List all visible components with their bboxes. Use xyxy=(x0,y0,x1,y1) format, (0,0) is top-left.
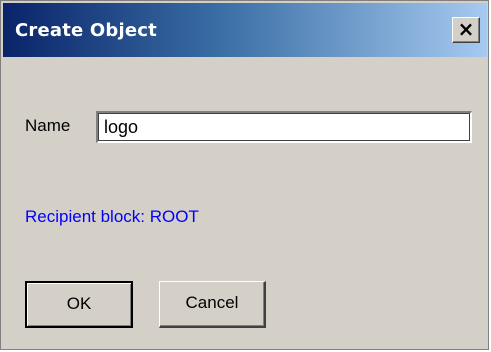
close-button[interactable]: × xyxy=(452,17,480,43)
ok-button[interactable]: OK xyxy=(25,281,133,328)
dialog-title: Create Object xyxy=(15,20,157,41)
create-object-dialog: Create Object × Name logo Recipient bloc… xyxy=(0,0,489,350)
name-label: Name xyxy=(25,116,71,135)
name-input-value: logo xyxy=(104,117,139,137)
recipient-block-text: Recipient block: ROOT xyxy=(25,207,199,226)
name-input[interactable]: logo xyxy=(96,111,472,143)
close-icon: × xyxy=(457,17,475,41)
title-bar[interactable]: Create Object × xyxy=(3,3,487,57)
cancel-button[interactable]: Cancel xyxy=(159,281,266,328)
